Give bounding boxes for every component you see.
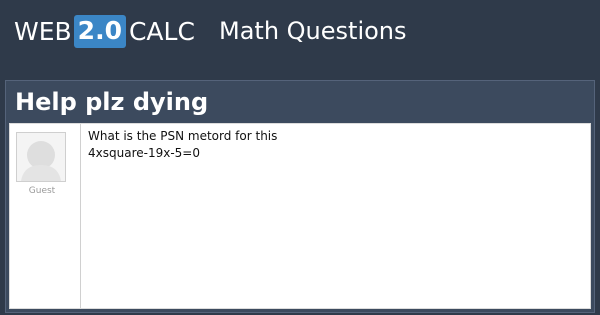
avatar-silhouette: [17, 133, 65, 181]
logo-calc-text: CALC: [128, 16, 195, 46]
author-name: Guest: [28, 186, 56, 196]
question-post: Guest What is the PSN metord for this 4x…: [9, 123, 591, 309]
logo-web-text: WEB: [14, 16, 72, 46]
question-title: Help plz dying: [15, 88, 209, 116]
question-body-line: 4xsquare-19x-5=0: [88, 146, 200, 160]
default-user-avatar-icon: [16, 132, 66, 182]
question-body: What is the PSN metord for this 4xsquare…: [88, 128, 578, 162]
question-body-line: What is the PSN metord for this: [88, 129, 278, 143]
site-logo[interactable]: WEB 2.0 CALC: [14, 13, 195, 49]
question-panel: Help plz dying Guest What is the PSN met…: [5, 80, 595, 313]
author-column: Guest: [10, 124, 81, 308]
logo-version-badge: 2.0: [73, 14, 126, 48]
site-header: WEB 2.0 CALC Math Questions: [0, 0, 600, 62]
section-title[interactable]: Math Questions: [219, 15, 407, 47]
